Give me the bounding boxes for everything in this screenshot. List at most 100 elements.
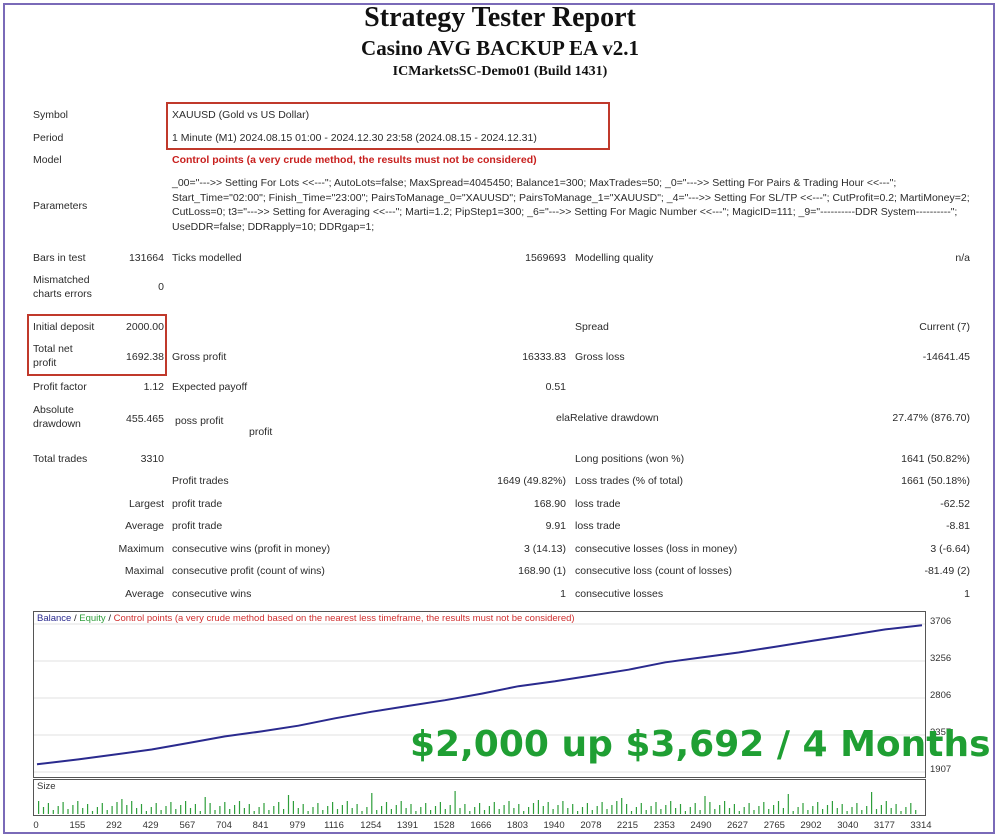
size-bar [131,801,133,814]
largest-profit-value: 168.90 [533,498,566,510]
size-bar [626,804,628,814]
absolute-drawdown-label: Absolute drawdown [33,404,81,430]
size-bar [385,802,388,814]
maximal-loss-value: -81.49 (2) [924,565,970,577]
size-bar [670,801,672,814]
x-tick-label-4: 567 [179,820,196,831]
size-bar [474,807,476,814]
bars-value: 131664 [128,252,164,264]
size-bar [155,803,157,814]
period-label: Period [33,132,64,144]
total-trades-value: 3310 [140,453,164,465]
size-bar [336,809,339,814]
size-bar [503,805,505,814]
x-tick-label-21: 2902 [800,820,822,831]
size-bar [773,805,775,814]
avg-wins-value: 1 [560,588,566,600]
size-bar [866,806,868,814]
absdd-mid-b: profit [249,426,273,438]
size-bar [684,811,686,814]
loss-trades-value: 1661 (50.18%) [901,475,970,487]
size-bar [728,808,731,814]
y-tick-label-4: 3706 [930,616,952,627]
size-bar [812,806,814,814]
x-tick-label-17: 2353 [653,820,675,831]
size-bar [425,803,427,814]
size-bar [616,801,618,814]
size-bar [111,806,113,814]
size-bar [542,806,544,814]
gross-loss-label: Gross loss [575,351,625,363]
largest-loss-label: loss trade [575,498,621,510]
size-bar [748,803,750,814]
size-bar [738,811,740,814]
size-bar [753,810,755,814]
size-bar [77,801,79,814]
size-bar [586,803,588,814]
size-bar [434,806,437,814]
average-loss-value: -8.81 [946,520,970,532]
size-bar [572,804,574,814]
size-bar [136,808,138,814]
size-bar [464,804,466,814]
deposit-value: 2000.00 [126,321,164,333]
x-tick-label-1: 155 [69,820,86,831]
size-bar [606,809,608,814]
size-bar [733,804,735,814]
max-losses-label: consecutive losses (loss in money) [575,543,738,555]
model-label: Model [33,154,62,166]
size-bar [376,810,378,814]
chart-legend: Balance / Equity / Control points (a ver… [37,613,575,624]
legend-sep-1: / [73,613,77,624]
x-tick-label-14: 1940 [543,820,565,831]
size-bar [562,801,564,814]
y-tick-label-2: 2806 [930,690,952,702]
size-bar [302,804,304,814]
size-bar [743,807,745,814]
legend-equity: Equity [79,613,106,624]
size-bar [243,808,245,814]
size-bar [694,803,696,814]
size-bar [645,810,647,814]
size-bar [488,806,490,814]
bars-label: Bars in test [33,252,86,264]
size-bar [861,810,863,814]
avg-losses-value: 1 [964,588,970,600]
size-bar [268,810,270,814]
size-bar [91,811,94,814]
size-bar [253,811,255,814]
x-tick-label-10: 1391 [396,820,419,831]
legend-sep-2: / [108,613,111,624]
size-bar [57,806,59,814]
size-bar [116,802,118,814]
size-bar [204,797,206,814]
size-bar [327,806,329,814]
size-bar [469,811,471,814]
size-bar [675,808,677,814]
legend-control: Control points (a very crude method base… [113,613,575,624]
gross-profit-label: Gross profit [172,351,227,363]
total-trades-label: Total trades [33,453,88,465]
size-bar [101,803,103,814]
size-bar [689,807,691,814]
size-bar [38,801,40,814]
size-bar [479,803,481,814]
profit-factor-label: Profit factor [33,381,87,393]
y-tick-label-0: 1907 [930,764,952,775]
report-title: Strategy Tester Report [364,2,636,33]
max-wins-label: consecutive wins (profit in money) [172,543,331,555]
size-bar [180,805,182,814]
average-profit-value: 9.91 [545,520,566,532]
size-bar [454,791,456,814]
size-bar [185,801,187,814]
deposit-label: Initial deposit [33,321,95,333]
size-bar [170,802,172,814]
size-bar [758,806,760,814]
size-bar [709,802,711,814]
size-bar [165,806,167,814]
size-bar [807,810,809,814]
size-bar [229,809,231,814]
max-wins-value: 3 (14.13) [523,543,566,555]
size-bar [547,802,549,814]
size-bar [219,806,221,814]
